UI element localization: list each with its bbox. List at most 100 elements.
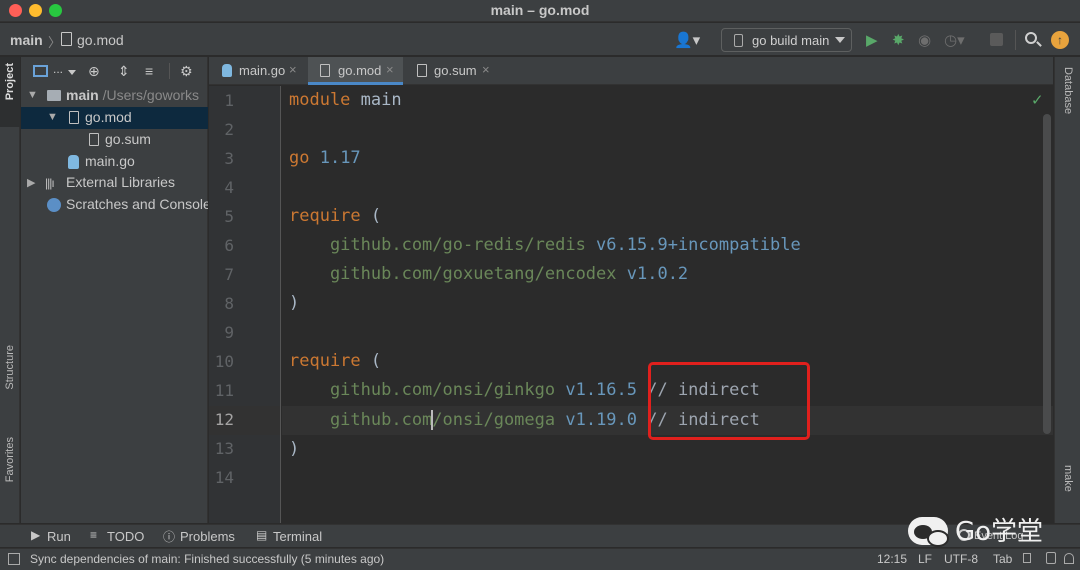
code-module-version: v6.15.9+incompatible <box>585 235 801 255</box>
profiler-icon[interactable]: ◷▾ <box>944 31 965 49</box>
close-icon[interactable]: × <box>482 62 490 77</box>
line-number-current: 12 <box>214 410 234 429</box>
sum-file-icon <box>417 64 427 77</box>
tab-label: go.mod <box>338 63 382 78</box>
mod-file-icon <box>69 111 79 124</box>
tree-item-external-libraries[interactable]: ▶ |||ı External Libraries <box>21 172 208 194</box>
file-icon <box>61 32 72 46</box>
left-tool-strip: Project Structure Favorites <box>0 57 20 523</box>
run-tool-button[interactable]: Run <box>47 529 71 544</box>
code-line-6: github.com/go-redis/redis v6.15.9+incomp… <box>289 231 801 260</box>
code-module-name: main <box>350 90 402 110</box>
collapse-all-icon[interactable]: ≡ <box>145 63 153 79</box>
code-module-path: /onsi/gomega <box>432 410 556 430</box>
status-message[interactable]: Sync dependencies of main: Finished succ… <box>30 552 384 566</box>
breadcrumb-project[interactable]: main <box>10 32 43 48</box>
project-panel: ... ⊕ ⇕ ≡ ⚙ ▼ main /Users/goworks ▼ go.m… <box>21 57 208 523</box>
code-paren: ) <box>289 439 300 459</box>
line-number: 14 <box>214 468 234 487</box>
scratches-icon <box>47 198 61 212</box>
tree-item-go-sum[interactable]: go.sum <box>21 129 208 151</box>
vertical-scrollbar[interactable] <box>1043 114 1051 434</box>
user-icon[interactable]: 👤▾ <box>674 31 700 49</box>
folder-icon <box>47 90 61 101</box>
todo-tool-button[interactable]: TODO <box>107 529 144 544</box>
code-module-path: github.com/go-redis/redis <box>289 235 586 255</box>
code-editor[interactable]: module main go 1.17 require ( github.com… <box>282 86 1053 523</box>
go-file-icon <box>734 34 743 47</box>
make-tool-tab-label: make <box>1062 465 1074 492</box>
line-number: 7 <box>224 265 234 284</box>
line-number: 10 <box>214 352 234 371</box>
breadcrumb-file[interactable]: go.mod <box>77 32 124 48</box>
chevron-down-icon: ▼ <box>27 89 38 101</box>
tree-item-main-go[interactable]: main.go <box>21 151 208 173</box>
code-module-version: v1.19.0 <box>555 410 638 430</box>
project-view-dropdown[interactable]: ... <box>53 62 63 76</box>
terminal-tool-button[interactable]: Terminal <box>273 529 322 544</box>
tree-item-go-mod[interactable]: ▼ go.mod <box>21 107 208 129</box>
indent-setting[interactable]: Tab <box>993 552 1012 566</box>
bottom-tool-bar: ▶ Run ≡ TODO ⓘ Problems ▤ Terminal Event… <box>0 517 1080 547</box>
tab-go-mod[interactable]: go.mod × <box>308 57 403 85</box>
highlight-annotation-box <box>648 362 810 440</box>
tree-item-scratches[interactable]: Scratches and Consoles <box>21 194 208 216</box>
code-line-8: ) <box>289 289 299 318</box>
notifications-icon[interactable] <box>1064 553 1074 564</box>
line-separator[interactable]: LF <box>918 552 932 566</box>
file-encoding[interactable]: UTF-8 <box>944 552 978 566</box>
code-line-5: require ( <box>289 202 381 231</box>
tab-go-sum[interactable]: go.sum × <box>404 57 499 85</box>
lock-icon[interactable] <box>1046 552 1056 564</box>
code-paren: ( <box>360 351 382 371</box>
project-view-icon[interactable] <box>33 65 48 77</box>
tree-item-main[interactable]: ▼ main /Users/goworks <box>21 85 208 107</box>
code-paren: ) <box>289 293 300 313</box>
tab-main-go[interactable]: main.go × <box>209 57 307 85</box>
problems-tool-button[interactable]: Problems <box>180 529 235 544</box>
expand-all-icon[interactable]: ⇕ <box>118 63 130 80</box>
go-file-icon <box>68 155 79 169</box>
tool-windows-icon[interactable] <box>8 553 20 565</box>
run-configuration-dropdown[interactable]: go build main <box>721 28 852 52</box>
toolbar-divider <box>169 63 170 79</box>
run-configuration-label: go build main <box>752 33 830 48</box>
line-number: 1 <box>224 91 234 110</box>
structure-tool-tab[interactable]: Structure <box>0 345 20 425</box>
close-icon[interactable]: × <box>289 62 297 77</box>
coverage-icon[interactable]: ◉ <box>918 31 931 49</box>
gear-icon[interactable]: ⚙ <box>180 63 193 80</box>
run-icon[interactable]: ▶ <box>866 31 878 49</box>
right-tool-strip: Database make <box>1054 57 1080 523</box>
code-module-path: github.com/onsi/ginkgo <box>289 380 556 400</box>
code-line-1: module main <box>289 86 402 115</box>
close-icon[interactable]: × <box>386 62 394 77</box>
read-only-icon[interactable] <box>1023 553 1031 563</box>
favorites-tool-tab[interactable]: Favorites <box>0 437 20 517</box>
line-number: 6 <box>224 236 234 255</box>
tree-item-label: go.sum <box>105 131 151 147</box>
tree-item-label: go.mod <box>85 109 132 125</box>
project-tool-tab[interactable]: Project <box>0 57 20 127</box>
todo-icon: ≡ <box>90 528 98 542</box>
caret-position[interactable]: 12:15 <box>877 552 907 566</box>
make-tool-tab[interactable]: make <box>1055 465 1080 525</box>
wechat-logo-icon <box>908 517 949 547</box>
checkmark-icon[interactable]: ✓ <box>1031 91 1044 109</box>
search-icon[interactable] <box>1025 32 1037 44</box>
update-icon[interactable]: ↑ <box>1051 31 1069 49</box>
line-number: 3 <box>224 149 234 168</box>
line-number: 11 <box>214 381 234 400</box>
toolbar-divider <box>1015 30 1016 50</box>
line-number: 4 <box>224 178 234 197</box>
stop-icon[interactable] <box>990 33 1003 46</box>
code-keyword: module <box>289 90 351 110</box>
sum-file-icon <box>89 133 99 146</box>
terminal-icon: ▤ <box>256 528 268 542</box>
locate-file-icon[interactable]: ⊕ <box>88 63 100 80</box>
line-number-gutter: 1 2 3 4 5 6 7 8 9 10 11 12 13 14 <box>209 86 281 523</box>
database-tool-tab[interactable]: Database <box>1055 67 1080 147</box>
debug-icon[interactable]: ✸ <box>892 31 905 49</box>
code-line-10: require ( <box>289 347 381 376</box>
tree-root-path: /Users/goworks <box>98 87 200 103</box>
